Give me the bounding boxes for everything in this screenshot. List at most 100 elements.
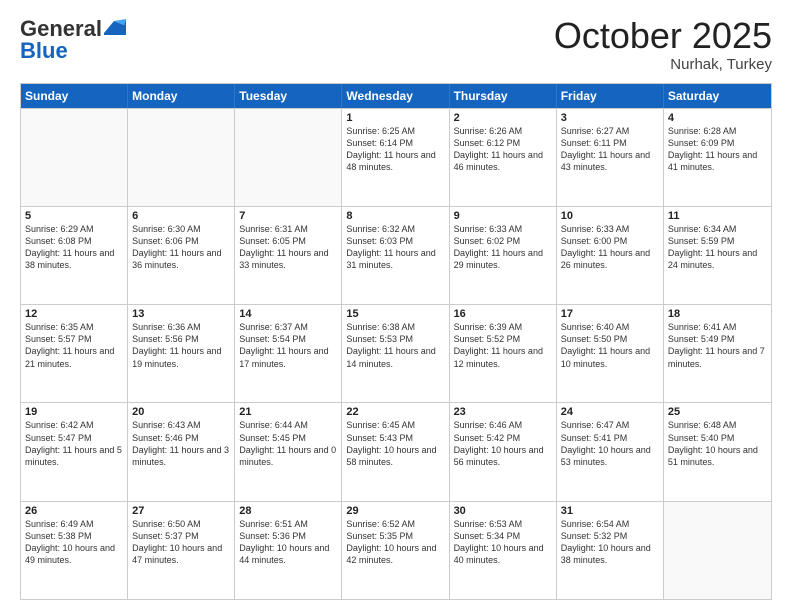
- calendar-body: 1Sunrise: 6:25 AM Sunset: 6:14 PM Daylig…: [21, 108, 771, 599]
- calendar-cell: 29Sunrise: 6:52 AM Sunset: 5:35 PM Dayli…: [342, 502, 449, 599]
- calendar-cell: 10Sunrise: 6:33 AM Sunset: 6:00 PM Dayli…: [557, 207, 664, 304]
- logo-icon: [104, 19, 126, 35]
- calendar-cell: 9Sunrise: 6:33 AM Sunset: 6:02 PM Daylig…: [450, 207, 557, 304]
- cell-info: Sunrise: 6:47 AM Sunset: 5:41 PM Dayligh…: [561, 419, 659, 468]
- cell-info: Sunrise: 6:49 AM Sunset: 5:38 PM Dayligh…: [25, 518, 123, 567]
- calendar-header: Sunday Monday Tuesday Wednesday Thursday…: [21, 84, 771, 108]
- header-monday: Monday: [128, 84, 235, 108]
- calendar-cell: 18Sunrise: 6:41 AM Sunset: 5:49 PM Dayli…: [664, 305, 771, 402]
- day-number: 5: [25, 210, 123, 222]
- calendar-cell: 16Sunrise: 6:39 AM Sunset: 5:52 PM Dayli…: [450, 305, 557, 402]
- day-number: 7: [239, 210, 337, 222]
- header-tuesday: Tuesday: [235, 84, 342, 108]
- calendar-cell: 27Sunrise: 6:50 AM Sunset: 5:37 PM Dayli…: [128, 502, 235, 599]
- cell-info: Sunrise: 6:33 AM Sunset: 6:02 PM Dayligh…: [454, 223, 552, 272]
- calendar-row: 26Sunrise: 6:49 AM Sunset: 5:38 PM Dayli…: [21, 501, 771, 599]
- day-number: 14: [239, 308, 337, 320]
- calendar-cell: 3Sunrise: 6:27 AM Sunset: 6:11 PM Daylig…: [557, 109, 664, 206]
- cell-info: Sunrise: 6:38 AM Sunset: 5:53 PM Dayligh…: [346, 321, 444, 370]
- calendar-cell: 17Sunrise: 6:40 AM Sunset: 5:50 PM Dayli…: [557, 305, 664, 402]
- day-number: 23: [454, 406, 552, 418]
- calendar: Sunday Monday Tuesday Wednesday Thursday…: [20, 83, 772, 600]
- header-wednesday: Wednesday: [342, 84, 449, 108]
- calendar-cell: 2Sunrise: 6:26 AM Sunset: 6:12 PM Daylig…: [450, 109, 557, 206]
- day-number: 13: [132, 308, 230, 320]
- day-number: 20: [132, 406, 230, 418]
- cell-info: Sunrise: 6:28 AM Sunset: 6:09 PM Dayligh…: [668, 125, 767, 174]
- cell-info: Sunrise: 6:40 AM Sunset: 5:50 PM Dayligh…: [561, 321, 659, 370]
- day-number: 31: [561, 505, 659, 517]
- cell-info: Sunrise: 6:25 AM Sunset: 6:14 PM Dayligh…: [346, 125, 444, 174]
- day-number: 15: [346, 308, 444, 320]
- cell-info: Sunrise: 6:50 AM Sunset: 5:37 PM Dayligh…: [132, 518, 230, 567]
- day-number: 4: [668, 112, 767, 124]
- day-number: 17: [561, 308, 659, 320]
- day-number: 9: [454, 210, 552, 222]
- day-number: 26: [25, 505, 123, 517]
- cell-info: Sunrise: 6:54 AM Sunset: 5:32 PM Dayligh…: [561, 518, 659, 567]
- day-number: 16: [454, 308, 552, 320]
- cell-info: Sunrise: 6:43 AM Sunset: 5:46 PM Dayligh…: [132, 419, 230, 468]
- cell-info: Sunrise: 6:42 AM Sunset: 5:47 PM Dayligh…: [25, 419, 123, 468]
- day-number: 30: [454, 505, 552, 517]
- calendar-cell: 5Sunrise: 6:29 AM Sunset: 6:08 PM Daylig…: [21, 207, 128, 304]
- day-number: 21: [239, 406, 337, 418]
- day-number: 8: [346, 210, 444, 222]
- day-number: 24: [561, 406, 659, 418]
- calendar-cell: 12Sunrise: 6:35 AM Sunset: 5:57 PM Dayli…: [21, 305, 128, 402]
- calendar-cell: [235, 109, 342, 206]
- day-number: 1: [346, 112, 444, 124]
- cell-info: Sunrise: 6:48 AM Sunset: 5:40 PM Dayligh…: [668, 419, 767, 468]
- calendar-cell: 8Sunrise: 6:32 AM Sunset: 6:03 PM Daylig…: [342, 207, 449, 304]
- header-friday: Friday: [557, 84, 664, 108]
- day-number: 12: [25, 308, 123, 320]
- calendar-cell: 25Sunrise: 6:48 AM Sunset: 5:40 PM Dayli…: [664, 403, 771, 500]
- calendar-cell: 6Sunrise: 6:30 AM Sunset: 6:06 PM Daylig…: [128, 207, 235, 304]
- cell-info: Sunrise: 6:37 AM Sunset: 5:54 PM Dayligh…: [239, 321, 337, 370]
- cell-info: Sunrise: 6:45 AM Sunset: 5:43 PM Dayligh…: [346, 419, 444, 468]
- day-number: 2: [454, 112, 552, 124]
- cell-info: Sunrise: 6:30 AM Sunset: 6:06 PM Dayligh…: [132, 223, 230, 272]
- day-number: 3: [561, 112, 659, 124]
- cell-info: Sunrise: 6:51 AM Sunset: 5:36 PM Dayligh…: [239, 518, 337, 567]
- cell-info: Sunrise: 6:29 AM Sunset: 6:08 PM Dayligh…: [25, 223, 123, 272]
- calendar-cell: [21, 109, 128, 206]
- header: General Blue October 2025 Nurhak, Turkey: [20, 16, 772, 73]
- calendar-cell: 15Sunrise: 6:38 AM Sunset: 5:53 PM Dayli…: [342, 305, 449, 402]
- calendar-row: 1Sunrise: 6:25 AM Sunset: 6:14 PM Daylig…: [21, 108, 771, 206]
- calendar-row: 5Sunrise: 6:29 AM Sunset: 6:08 PM Daylig…: [21, 206, 771, 304]
- header-saturday: Saturday: [664, 84, 771, 108]
- cell-info: Sunrise: 6:46 AM Sunset: 5:42 PM Dayligh…: [454, 419, 552, 468]
- day-number: 25: [668, 406, 767, 418]
- header-thursday: Thursday: [450, 84, 557, 108]
- day-number: 29: [346, 505, 444, 517]
- calendar-cell: 22Sunrise: 6:45 AM Sunset: 5:43 PM Dayli…: [342, 403, 449, 500]
- cell-info: Sunrise: 6:32 AM Sunset: 6:03 PM Dayligh…: [346, 223, 444, 272]
- day-number: 27: [132, 505, 230, 517]
- calendar-cell: 28Sunrise: 6:51 AM Sunset: 5:36 PM Dayli…: [235, 502, 342, 599]
- calendar-cell: 23Sunrise: 6:46 AM Sunset: 5:42 PM Dayli…: [450, 403, 557, 500]
- cell-info: Sunrise: 6:31 AM Sunset: 6:05 PM Dayligh…: [239, 223, 337, 272]
- month-title: October 2025: [554, 16, 772, 56]
- cell-info: Sunrise: 6:26 AM Sunset: 6:12 PM Dayligh…: [454, 125, 552, 174]
- page: General Blue October 2025 Nurhak, Turkey…: [0, 0, 792, 612]
- cell-info: Sunrise: 6:52 AM Sunset: 5:35 PM Dayligh…: [346, 518, 444, 567]
- cell-info: Sunrise: 6:35 AM Sunset: 5:57 PM Dayligh…: [25, 321, 123, 370]
- cell-info: Sunrise: 6:34 AM Sunset: 5:59 PM Dayligh…: [668, 223, 767, 272]
- cell-info: Sunrise: 6:44 AM Sunset: 5:45 PM Dayligh…: [239, 419, 337, 468]
- calendar-row: 12Sunrise: 6:35 AM Sunset: 5:57 PM Dayli…: [21, 304, 771, 402]
- calendar-cell: [128, 109, 235, 206]
- calendar-cell: 11Sunrise: 6:34 AM Sunset: 5:59 PM Dayli…: [664, 207, 771, 304]
- calendar-cell: 26Sunrise: 6:49 AM Sunset: 5:38 PM Dayli…: [21, 502, 128, 599]
- calendar-cell: 30Sunrise: 6:53 AM Sunset: 5:34 PM Dayli…: [450, 502, 557, 599]
- day-number: 22: [346, 406, 444, 418]
- calendar-row: 19Sunrise: 6:42 AM Sunset: 5:47 PM Dayli…: [21, 402, 771, 500]
- calendar-cell: 1Sunrise: 6:25 AM Sunset: 6:14 PM Daylig…: [342, 109, 449, 206]
- calendar-cell: 20Sunrise: 6:43 AM Sunset: 5:46 PM Dayli…: [128, 403, 235, 500]
- cell-info: Sunrise: 6:41 AM Sunset: 5:49 PM Dayligh…: [668, 321, 767, 370]
- logo-blue-text: Blue: [20, 38, 68, 64]
- location: Nurhak, Turkey: [554, 56, 772, 73]
- header-sunday: Sunday: [21, 84, 128, 108]
- day-number: 19: [25, 406, 123, 418]
- title-block: October 2025 Nurhak, Turkey: [554, 16, 772, 73]
